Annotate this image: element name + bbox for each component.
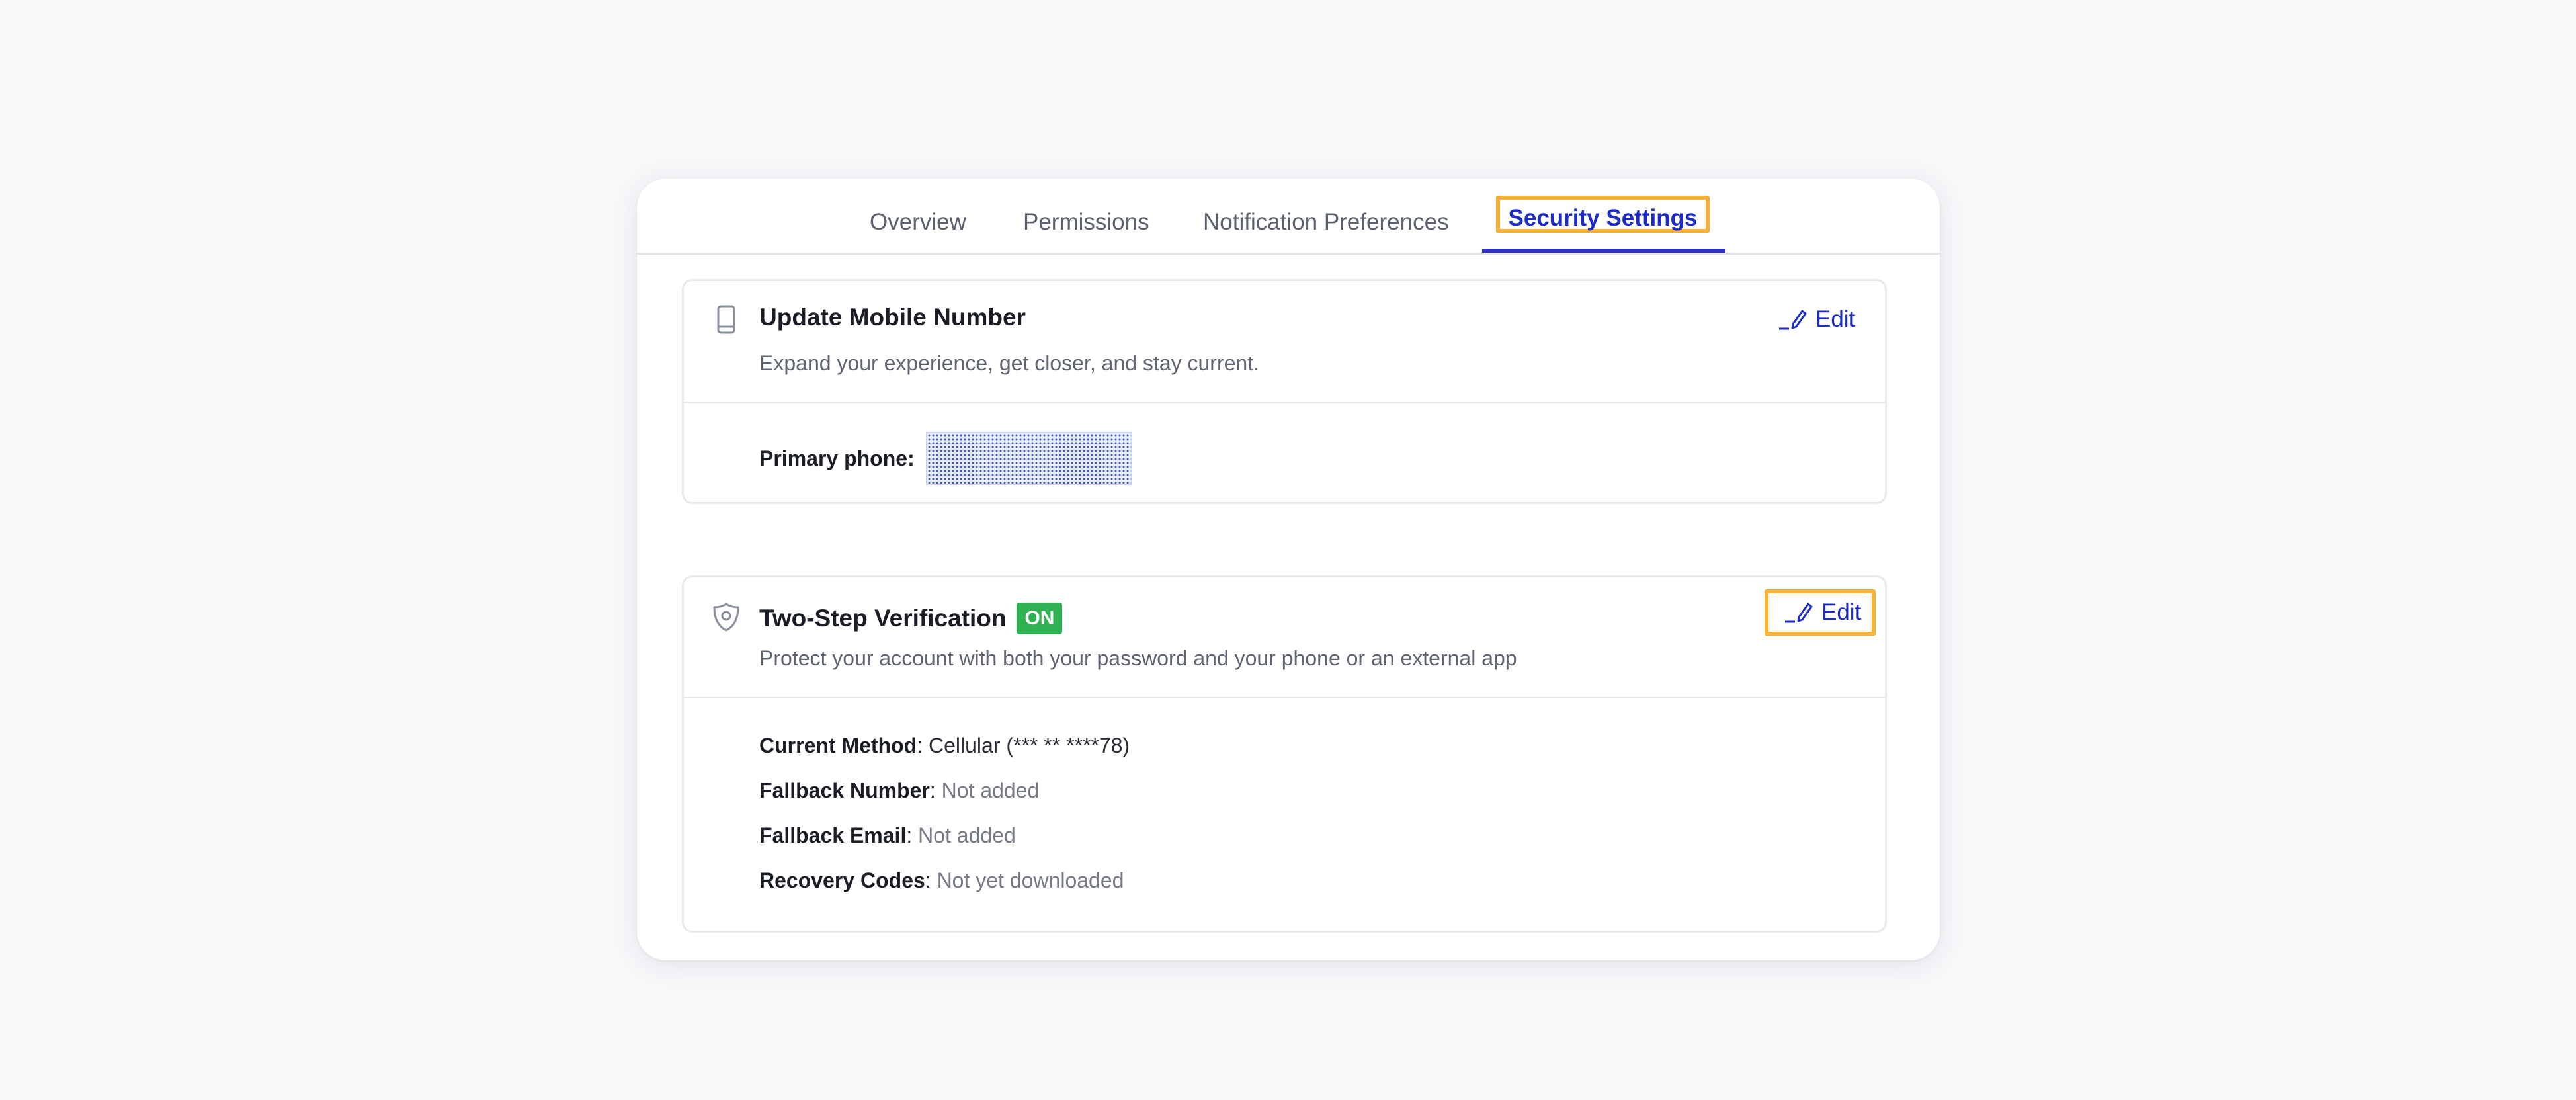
active-tab-indicator: [1482, 249, 1725, 253]
mobile-number-description: Expand your experience, get closer, and …: [759, 351, 1259, 375]
tab-notification-preferences[interactable]: Notification Preferences: [1203, 204, 1449, 241]
tab-overview[interactable]: Overview: [870, 204, 966, 241]
detail-fallback-number: Fallback Number: Not added: [759, 779, 1040, 802]
section-divider: [684, 697, 1885, 698]
security-settings-card: Overview Permissions Notification Prefer…: [637, 179, 1940, 960]
shield-icon: [710, 601, 742, 633]
status-badge: ON: [1017, 603, 1063, 634]
primary-phone-label: Primary phone:: [759, 446, 915, 470]
edit-mobile-label: Edit: [1815, 306, 1856, 332]
two-step-description: Protect your account with both your pass…: [759, 646, 1517, 670]
mobile-number-title: Update Mobile Number: [759, 304, 1026, 331]
two-step-verification-section: Two-Step Verification ON Protect your acc…: [682, 575, 1887, 933]
mobile-phone-icon: [710, 304, 742, 335]
two-step-details: Current Method: Cellular (*** ** ****78)…: [759, 734, 1130, 913]
pencil-icon: [1785, 603, 1813, 623]
detail-current-method: Current Method: Cellular (*** ** ****78): [759, 734, 1130, 757]
mobile-number-section: Update Mobile Number Expand your experie…: [682, 279, 1887, 504]
detail-fallback-email: Fallback Email: Not added: [759, 824, 1016, 847]
tab-bar: Overview Permissions Notification Prefer…: [637, 179, 1940, 255]
pencil-icon: [1779, 310, 1807, 330]
detail-recovery-codes: Recovery Codes: Not yet downloaded: [759, 868, 1124, 892]
tab-permissions[interactable]: Permissions: [1023, 204, 1149, 241]
section-divider: [684, 402, 1885, 403]
edit-two-step-button[interactable]: Edit: [1765, 589, 1876, 636]
two-step-title: Two-Step Verification: [759, 605, 1007, 632]
primary-phone-value-redacted: [926, 432, 1132, 485]
tab-security-settings[interactable]: Security Settings: [1496, 196, 1710, 233]
two-step-title-row: Two-Step Verification ON: [759, 603, 1063, 634]
edit-two-step-label: Edit: [1821, 599, 1862, 625]
edit-mobile-number-button[interactable]: Edit: [1777, 300, 1855, 339]
